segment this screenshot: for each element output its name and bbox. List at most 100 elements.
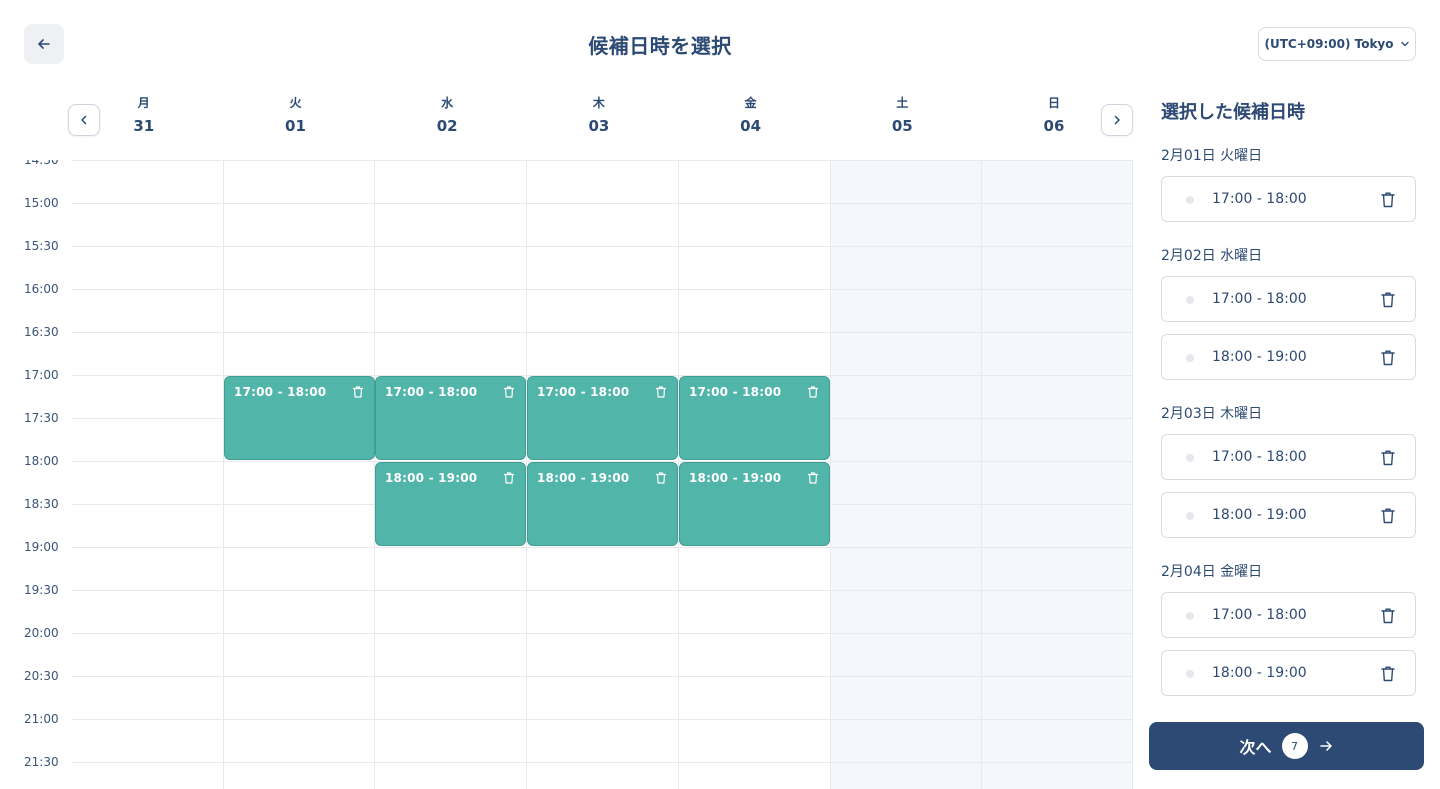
trash-icon[interactable] xyxy=(502,384,516,398)
day-weekday: 金 xyxy=(744,96,757,110)
time-gridline xyxy=(72,289,1133,290)
selected-slot-item[interactable]: 17:00 - 18:00 xyxy=(1161,276,1416,322)
day-header: 土 05 xyxy=(827,94,979,135)
time-gridline xyxy=(72,590,1133,591)
trash-icon[interactable] xyxy=(806,470,820,484)
day-date: 02 xyxy=(436,117,458,135)
arrow-right-icon xyxy=(1319,741,1332,751)
trash-icon[interactable] xyxy=(351,384,365,398)
selected-count-badge: 7 xyxy=(1281,733,1308,759)
day-header: 日 06 xyxy=(978,94,1130,135)
time-label: 21:30 xyxy=(24,755,59,769)
scheduler-app: 候補日時を選択 (UTC+09:00) Tokyo 月 31 火 01 水 02 木 03 金 0… xyxy=(0,0,1440,789)
slot-time: 17:00 - 18:00 xyxy=(385,385,478,399)
time-gridline xyxy=(72,160,1133,161)
selected-slot-time: 18:00 - 19:00 xyxy=(1212,665,1307,681)
status-dot xyxy=(1186,454,1194,462)
time-slot-block[interactable]: 18:00 - 19:00 xyxy=(679,462,830,546)
selected-slot-item[interactable]: 17:00 - 18:00 xyxy=(1161,592,1416,638)
weekend-column xyxy=(829,160,982,789)
slot-time: 18:00 - 19:00 xyxy=(385,471,478,485)
trash-icon[interactable] xyxy=(1380,607,1396,625)
time-gridline xyxy=(72,762,1133,763)
day-header: 木 03 xyxy=(523,94,675,135)
time-slot-block[interactable]: 18:00 - 19:00 xyxy=(375,462,526,546)
slot-time: 18:00 - 19:00 xyxy=(689,471,782,485)
status-dot xyxy=(1186,612,1194,620)
time-slot-block[interactable]: 17:00 - 18:00 xyxy=(679,376,830,460)
column-divider xyxy=(223,160,224,789)
day-weekday: 木 xyxy=(592,96,605,110)
selected-slot-time: 18:00 - 19:00 xyxy=(1212,507,1307,523)
trash-icon[interactable] xyxy=(1380,665,1396,683)
day-date: 01 xyxy=(285,117,306,135)
selected-slot-item[interactable]: 18:00 - 19:00 xyxy=(1161,334,1416,380)
trash-icon[interactable] xyxy=(1380,507,1396,525)
time-gridline xyxy=(72,203,1133,204)
time-gridline xyxy=(72,547,1133,548)
status-dot xyxy=(1186,196,1194,204)
day-date: 31 xyxy=(133,117,155,135)
sidebar-date-heading: 2月02日 水曜日 xyxy=(1161,248,1263,264)
slot-time: 18:00 - 19:00 xyxy=(537,471,630,485)
selected-slot-time: 17:00 - 18:00 xyxy=(1212,291,1307,307)
selected-slot-item[interactable]: 17:00 - 18:00 xyxy=(1161,176,1416,222)
trash-icon[interactable] xyxy=(806,384,820,398)
time-label: 19:00 xyxy=(24,540,59,554)
next-button[interactable]: 次へ 7 xyxy=(1149,722,1424,770)
status-dot xyxy=(1186,512,1194,520)
time-slot-block[interactable]: 18:00 - 19:00 xyxy=(527,462,678,546)
time-label: 16:00 xyxy=(24,282,59,296)
timezone-value: (UTC+09:00) Tokyo xyxy=(1264,37,1394,51)
calendar-grid[interactable]: 14:30 15:00 15:30 16:00 16:30 17:00 17:30 18:00… xyxy=(0,160,1133,789)
time-gridline xyxy=(72,246,1133,247)
slot-time: 17:00 - 18:00 xyxy=(234,385,327,399)
chevron-down-icon xyxy=(1400,41,1409,47)
day-header: 金 04 xyxy=(675,94,827,135)
trash-icon[interactable] xyxy=(654,384,668,398)
time-slot-block[interactable]: 17:00 - 18:00 xyxy=(375,376,526,460)
trash-icon[interactable] xyxy=(1380,291,1396,309)
sidebar-date-heading: 2月01日 火曜日 xyxy=(1161,148,1263,164)
time-slot-block[interactable]: 17:00 - 18:00 xyxy=(224,376,375,460)
selected-slot-item[interactable]: 18:00 - 19:00 xyxy=(1161,492,1416,538)
day-date: 03 xyxy=(588,117,610,135)
time-slot-block[interactable]: 17:00 - 18:00 xyxy=(527,376,678,460)
timezone-select[interactable]: (UTC+09:00) Tokyo xyxy=(1258,27,1416,61)
selected-slots-panel: 選択した候補日時 2月01日 火曜日 17:00 - 18:00 2月02日 水曜日… xyxy=(1133,88,1440,708)
slot-time: 17:00 - 18:00 xyxy=(689,385,782,399)
time-gridline xyxy=(72,332,1133,333)
selected-slot-time: 17:00 - 18:00 xyxy=(1212,191,1307,207)
day-weekday: 土 xyxy=(896,96,909,110)
trash-icon[interactable] xyxy=(1380,449,1396,467)
slot-time: 17:00 - 18:00 xyxy=(537,385,630,399)
day-weekday: 火 xyxy=(289,96,302,110)
day-header: 月 31 xyxy=(68,94,220,135)
day-header: 水 02 xyxy=(371,94,523,135)
trash-icon[interactable] xyxy=(1380,191,1396,209)
status-dot xyxy=(1186,670,1194,678)
day-weekday: 水 xyxy=(441,96,454,110)
next-button-label: 次へ xyxy=(1239,738,1272,757)
day-header: 火 01 xyxy=(220,94,372,135)
time-gridline xyxy=(72,676,1133,677)
trash-icon[interactable] xyxy=(654,470,668,484)
trash-icon[interactable] xyxy=(502,470,516,484)
selected-slot-time: 18:00 - 19:00 xyxy=(1212,349,1307,365)
selected-slot-time: 17:00 - 18:00 xyxy=(1212,449,1307,465)
time-gridline xyxy=(72,719,1133,720)
time-label: 17:00 xyxy=(24,368,59,382)
sidebar-date-heading: 2月03日 木曜日 xyxy=(1161,406,1263,422)
selected-slot-item[interactable]: 18:00 - 19:00 xyxy=(1161,650,1416,696)
sidebar-date-heading: 2月04日 金曜日 xyxy=(1161,564,1263,580)
time-label: 21:00 xyxy=(24,712,59,726)
status-dot xyxy=(1186,354,1194,362)
trash-icon[interactable] xyxy=(1380,349,1396,367)
time-label: 17:30 xyxy=(24,411,59,425)
time-label: 18:00 xyxy=(24,454,59,468)
column-divider xyxy=(830,160,831,789)
calendar-header: 月 31 火 01 水 02 木 03 金 04 土 05 日 06 xyxy=(0,88,1133,160)
time-label: 16:30 xyxy=(24,325,59,339)
day-weekday: 日 xyxy=(1047,96,1060,110)
selected-slot-item[interactable]: 17:00 - 18:00 xyxy=(1161,434,1416,480)
